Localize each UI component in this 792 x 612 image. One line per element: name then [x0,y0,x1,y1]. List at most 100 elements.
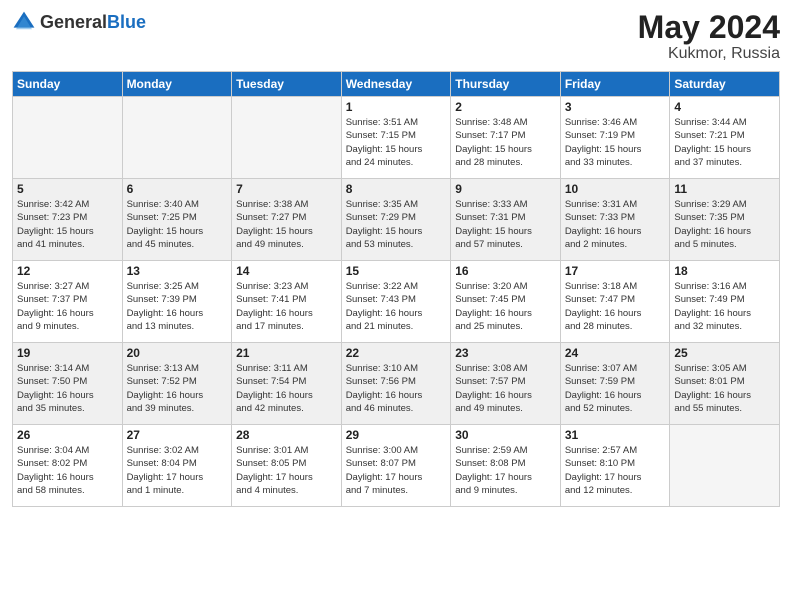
calendar-day-cell: 12 Sunrise: 3:27 AM Sunset: 7:37 PM Dayli… [13,261,123,343]
day-info: Sunrise: 3:16 AM Sunset: 7:49 PM Dayligh… [674,280,775,333]
day-info: Sunrise: 3:13 AM Sunset: 7:52 PM Dayligh… [127,362,228,415]
day-number: 16 [455,264,556,278]
day-info: Sunrise: 3:27 AM Sunset: 7:37 PM Dayligh… [17,280,118,333]
day-number: 10 [565,182,666,196]
calendar-day-cell: 26Sunrise: 3:04 AM Sunset: 8:02 PM Dayli… [13,425,123,507]
day-info: Sunrise: 3:10 AM Sunset: 7:56 PM Dayligh… [346,362,447,415]
calendar-day-cell [13,97,123,179]
day-number: 1 [346,100,447,114]
day-info: Sunrise: 3:00 AM Sunset: 8:07 PM Dayligh… [346,444,447,497]
calendar-day-cell: 6Sunrise: 3:40 AM Sunset: 7:25 PM Daylig… [122,179,232,261]
day-number: 12 [17,264,118,278]
calendar-day-cell: 25 Sunrise: 3:05 AM Sunset: 8:01 PM Dayli… [670,343,780,425]
day-info: Sunrise: 3:01 AM Sunset: 8:05 PM Dayligh… [236,444,337,497]
day-info: Sunrise: 3:22 AM Sunset: 7:43 PM Dayligh… [346,280,447,333]
day-info: Sunrise: 3:20 AM Sunset: 7:45 PM Dayligh… [455,280,556,333]
day-number: 25 [674,346,775,360]
day-number: 18 [674,264,775,278]
day-number: 4 [674,100,775,114]
calendar-day-cell: 17 Sunrise: 3:18 AM Sunset: 7:47 PM Dayli… [560,261,670,343]
day-number: 5 [17,182,118,196]
logo-general: General [40,13,107,31]
day-number: 15 [346,264,447,278]
day-number: 29 [346,428,447,442]
day-info: Sunrise: 3:46 AM Sunset: 7:19 PM Dayligh… [565,116,666,169]
calendar-day-cell: 16 Sunrise: 3:20 AM Sunset: 7:45 PM Dayli… [451,261,561,343]
calendar-day-cell: 15 Sunrise: 3:22 AM Sunset: 7:43 PM Dayli… [341,261,451,343]
day-info: Sunrise: 3:11 AM Sunset: 7:54 PM Dayligh… [236,362,337,415]
calendar-day-cell: 18 Sunrise: 3:16 AM Sunset: 7:49 PM Dayli… [670,261,780,343]
day-number: 6 [127,182,228,196]
weekday-header: Sunday [13,72,123,97]
day-number: 2 [455,100,556,114]
day-info: Sunrise: 3:23 AM Sunset: 7:41 PM Dayligh… [236,280,337,333]
calendar-day-cell: 7 Sunrise: 3:38 AM Sunset: 7:27 PM Daylig… [232,179,342,261]
day-info: Sunrise: 3:35 AM Sunset: 7:29 PM Dayligh… [346,198,447,251]
day-number: 26 [17,428,118,442]
day-info: Sunrise: 3:48 AM Sunset: 7:17 PM Dayligh… [455,116,556,169]
day-info: Sunrise: 2:57 AM Sunset: 8:10 PM Dayligh… [565,444,666,497]
day-info: Sunrise: 3:05 AM Sunset: 8:01 PM Dayligh… [674,362,775,415]
title-month: May 2024 [638,10,780,45]
calendar-week-row: 1Sunrise: 3:51 AM Sunset: 7:15 PM Daylig… [13,97,780,179]
day-info: Sunrise: 3:38 AM Sunset: 7:27 PM Dayligh… [236,198,337,251]
day-number: 22 [346,346,447,360]
day-number: 31 [565,428,666,442]
calendar-day-cell: 2 Sunrise: 3:48 AM Sunset: 7:17 PM Daylig… [451,97,561,179]
calendar-day-cell: 20 Sunrise: 3:13 AM Sunset: 7:52 PM Dayli… [122,343,232,425]
day-number: 13 [127,264,228,278]
calendar: SundayMondayTuesdayWednesdayThursdayFrid… [12,71,780,507]
calendar-day-cell: 1Sunrise: 3:51 AM Sunset: 7:15 PM Daylig… [341,97,451,179]
calendar-day-cell: 27 Sunrise: 3:02 AM Sunset: 8:04 PM Dayli… [122,425,232,507]
calendar-day-cell: 10 Sunrise: 3:31 AM Sunset: 7:33 PM Dayli… [560,179,670,261]
weekday-header: Saturday [670,72,780,97]
day-info: Sunrise: 3:25 AM Sunset: 7:39 PM Dayligh… [127,280,228,333]
day-info: Sunrise: 3:42 AM Sunset: 7:23 PM Dayligh… [17,198,118,251]
day-number: 23 [455,346,556,360]
calendar-day-cell: 4Sunrise: 3:44 AM Sunset: 7:21 PM Daylig… [670,97,780,179]
day-number: 28 [236,428,337,442]
day-info: Sunrise: 3:18 AM Sunset: 7:47 PM Dayligh… [565,280,666,333]
page: General Blue May 2024 Kukmor, Russia Sun… [0,0,792,612]
day-info: Sunrise: 3:29 AM Sunset: 7:35 PM Dayligh… [674,198,775,251]
day-number: 21 [236,346,337,360]
calendar-day-cell: 13 Sunrise: 3:25 AM Sunset: 7:39 PM Dayli… [122,261,232,343]
calendar-day-cell: 23 Sunrise: 3:08 AM Sunset: 7:57 PM Dayli… [451,343,561,425]
day-info: Sunrise: 3:31 AM Sunset: 7:33 PM Dayligh… [565,198,666,251]
calendar-day-cell: 8Sunrise: 3:35 AM Sunset: 7:29 PM Daylig… [341,179,451,261]
day-info: Sunrise: 2:59 AM Sunset: 8:08 PM Dayligh… [455,444,556,497]
day-number: 30 [455,428,556,442]
day-number: 7 [236,182,337,196]
calendar-day-cell: 22 Sunrise: 3:10 AM Sunset: 7:56 PM Dayli… [341,343,451,425]
day-number: 27 [127,428,228,442]
day-number: 20 [127,346,228,360]
calendar-day-cell: 11 Sunrise: 3:29 AM Sunset: 7:35 PM Dayli… [670,179,780,261]
calendar-day-cell: 9 Sunrise: 3:33 AM Sunset: 7:31 PM Daylig… [451,179,561,261]
day-info: Sunrise: 3:02 AM Sunset: 8:04 PM Dayligh… [127,444,228,497]
day-number: 14 [236,264,337,278]
calendar-day-cell [232,97,342,179]
day-info: Sunrise: 3:14 AM Sunset: 7:50 PM Dayligh… [17,362,118,415]
day-info: Sunrise: 3:33 AM Sunset: 7:31 PM Dayligh… [455,198,556,251]
header: General Blue May 2024 Kukmor, Russia [12,10,780,63]
title-block: May 2024 Kukmor, Russia [638,10,780,63]
calendar-day-cell: 30 Sunrise: 2:59 AM Sunset: 8:08 PM Dayli… [451,425,561,507]
logo: General Blue [12,10,146,34]
day-number: 17 [565,264,666,278]
calendar-day-cell: 14 Sunrise: 3:23 AM Sunset: 7:41 PM Dayli… [232,261,342,343]
calendar-week-row: 12 Sunrise: 3:27 AM Sunset: 7:37 PM Dayli… [13,261,780,343]
day-number: 3 [565,100,666,114]
day-info: Sunrise: 3:07 AM Sunset: 7:59 PM Dayligh… [565,362,666,415]
calendar-day-cell: 29 Sunrise: 3:00 AM Sunset: 8:07 PM Dayli… [341,425,451,507]
day-info: Sunrise: 3:08 AM Sunset: 7:57 PM Dayligh… [455,362,556,415]
calendar-day-cell: 28 Sunrise: 3:01 AM Sunset: 8:05 PM Dayli… [232,425,342,507]
title-location: Kukmor, Russia [638,45,780,63]
day-number: 11 [674,182,775,196]
weekday-header: Thursday [451,72,561,97]
day-number: 9 [455,182,556,196]
day-number: 24 [565,346,666,360]
day-number: 19 [17,346,118,360]
weekday-header: Tuesday [232,72,342,97]
logo-icon [12,10,36,34]
calendar-week-row: 19 Sunrise: 3:14 AM Sunset: 7:50 PM Dayli… [13,343,780,425]
